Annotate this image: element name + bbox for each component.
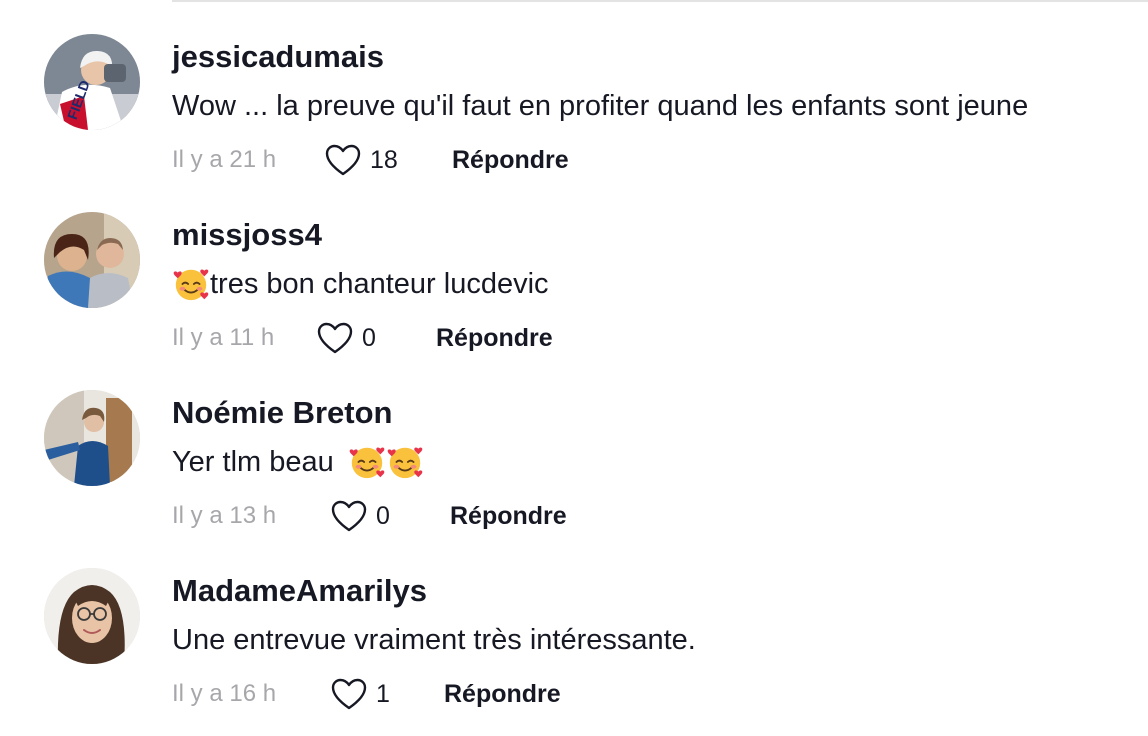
like-button[interactable]: 1 — [330, 677, 420, 711]
comment-text: Yer tlm beau — [172, 442, 424, 482]
comment-item: Noémie Breton Yer tlm beau Il y a 13 h 0… — [0, 356, 1148, 534]
timestamp: Il y a 13 h — [172, 502, 277, 529]
like-count: 1 — [376, 679, 390, 708]
comment-item: MadameAmarilys Une entrevue vraiment trè… — [0, 534, 1148, 712]
username[interactable]: jessicadumais — [172, 38, 384, 76]
avatar[interactable] — [44, 212, 140, 308]
comment-item: FIELD jessicadumais Wow ... la preuve qu… — [0, 0, 1148, 178]
smiling-face-with-hearts-icon — [386, 443, 424, 481]
like-button[interactable]: 0 — [330, 499, 420, 533]
reply-button[interactable]: Répondre — [444, 680, 561, 709]
comment-text-body: Wow ... la preuve qu'il faut en profiter… — [172, 90, 1029, 122]
reply-button[interactable]: Répondre — [436, 324, 553, 353]
couple-avatar-icon — [44, 212, 140, 308]
timestamp: Il y a 21 h — [172, 146, 277, 173]
comment-text: tres bon chanteur lucdevic — [172, 264, 549, 304]
comment-text-body: tres bon chanteur lucdevic — [210, 268, 549, 300]
comment-text-body: Yer tlm beau — [172, 446, 342, 478]
heart-icon[interactable] — [330, 499, 368, 533]
comment-meta: Il y a 11 h 0 Répondre — [172, 318, 553, 358]
username[interactable]: MadameAmarilys — [172, 572, 427, 610]
comment-meta: Il y a 16 h 1 Répondre — [172, 674, 561, 714]
like-count: 0 — [362, 323, 376, 352]
avatar[interactable] — [44, 568, 140, 664]
heart-icon[interactable] — [316, 321, 354, 355]
comment-meta: Il y a 21 h 18 Répondre — [172, 140, 569, 180]
like-count: 18 — [370, 145, 398, 174]
woman-glasses-avatar-icon — [44, 568, 140, 664]
smiling-face-with-hearts-icon — [172, 265, 210, 303]
username[interactable]: Noémie Breton — [172, 394, 392, 432]
username[interactable]: missjoss4 — [172, 216, 322, 254]
like-button[interactable]: 0 — [316, 321, 406, 355]
comment-text: Wow ... la preuve qu'il faut en profiter… — [172, 86, 1028, 126]
comment-text-body: Une entrevue vraiment très intéressante. — [172, 624, 696, 656]
comment-item: missjoss4 tres bon chanteur lucdevic Il … — [0, 178, 1148, 356]
comment-text: Une entrevue vraiment très intéressante. — [172, 620, 696, 660]
smiling-face-with-hearts-icon — [348, 443, 386, 481]
heart-icon[interactable] — [324, 143, 362, 177]
avatar[interactable]: FIELD — [44, 34, 140, 130]
reply-button[interactable]: Répondre — [450, 502, 567, 531]
timestamp: Il y a 11 h — [172, 324, 275, 351]
like-count: 0 — [376, 501, 390, 530]
comment-meta: Il y a 13 h 0 Répondre — [172, 496, 567, 536]
reply-button[interactable]: Répondre — [452, 146, 569, 175]
avatar[interactable] — [44, 390, 140, 486]
person-avatar-icon — [44, 390, 140, 486]
timestamp: Il y a 16 h — [172, 680, 277, 707]
hockey-player-avatar-icon: FIELD — [44, 34, 140, 130]
heart-icon[interactable] — [330, 677, 368, 711]
like-button[interactable]: 18 — [324, 143, 414, 177]
